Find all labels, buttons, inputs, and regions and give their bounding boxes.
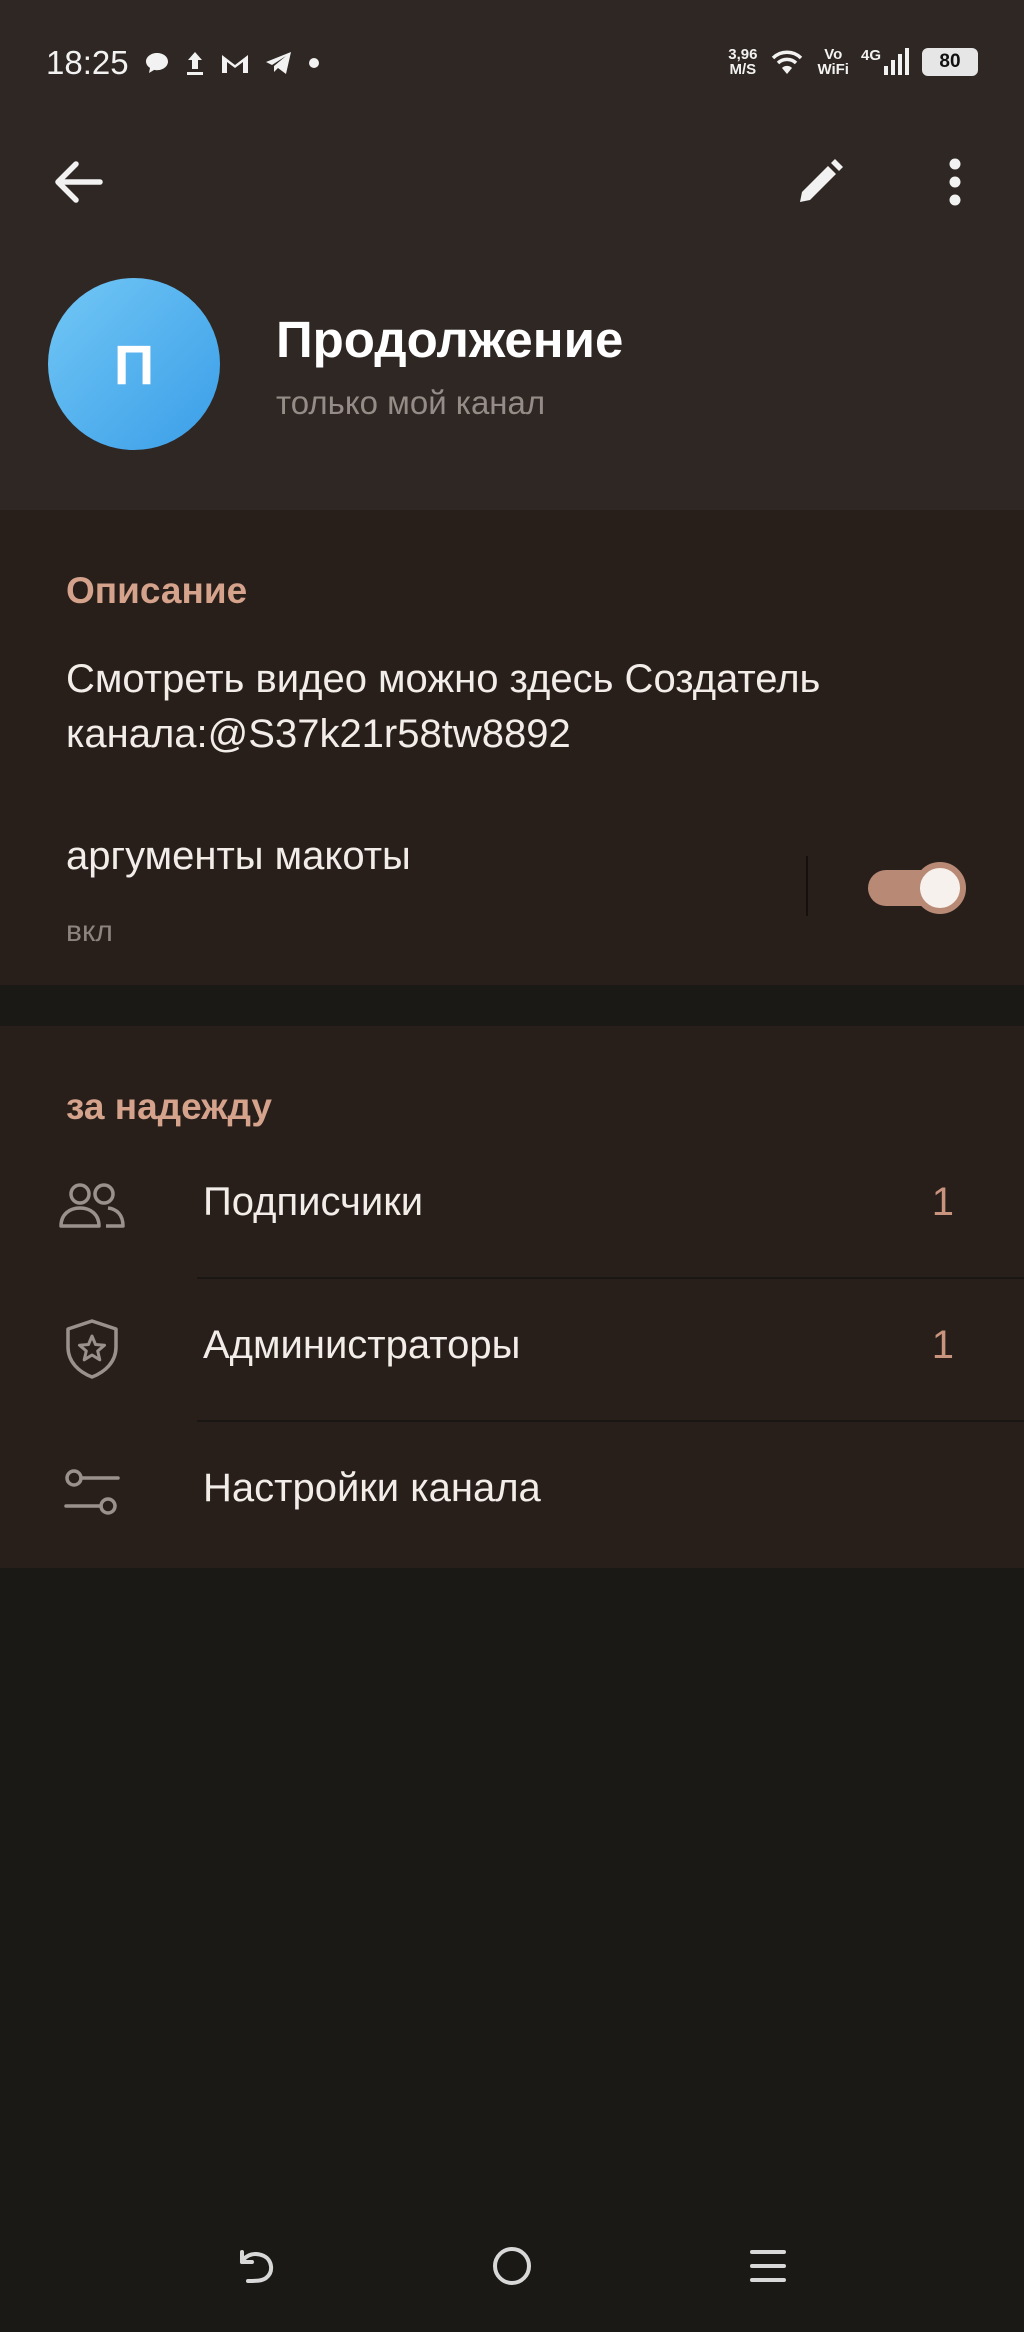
administrators-label: Администраторы <box>203 1323 521 1367</box>
arrow-back-icon <box>55 161 103 203</box>
nav-back-icon <box>240 2250 273 2283</box>
switch-knob <box>914 862 966 914</box>
cell-signal: 4G <box>861 48 910 76</box>
back-button[interactable] <box>38 142 118 222</box>
list-item-administrators[interactable]: Администраторы 1 <box>0 1279 1024 1422</box>
chat-bubble-icon <box>146 53 168 73</box>
more-vertical-icon <box>949 158 961 206</box>
channel-subtitle: только мой канал <box>276 384 546 421</box>
toggle-row-label[interactable]: аргументы макоты <box>66 834 411 879</box>
nav-back-button[interactable] <box>216 2226 296 2306</box>
signal-bars-icon <box>884 48 909 75</box>
description-section-title: Описание <box>66 570 248 611</box>
shield-star-icon <box>56 1319 128 1379</box>
sliders-icon <box>56 1462 128 1522</box>
dot-icon <box>309 58 319 68</box>
status-time: 18:25 <box>46 44 129 81</box>
upload-icon <box>187 52 203 75</box>
nav-recents-button[interactable] <box>728 2226 808 2306</box>
nav-recents-icon <box>750 2250 786 2282</box>
network-type: 4G <box>860 47 881 64</box>
more-options-button[interactable] <box>915 142 995 222</box>
channel-title: Продолжение <box>276 311 624 368</box>
description-text[interactable]: Смотреть видео можно здесь Создатель кан… <box>66 652 986 762</box>
gmail-icon <box>222 55 248 73</box>
toggle-row-state: вкл <box>66 915 113 948</box>
wifi-icon <box>772 50 803 74</box>
channel-header: 18:25 3,96 M/S Vo WiFi 4G 80 П Продолжен… <box>0 0 1024 510</box>
subscribers-label: Подписчики <box>203 1180 424 1224</box>
nav-home-button[interactable] <box>472 2226 552 2306</box>
vowifi-label: Vo WiFi <box>817 46 849 78</box>
network-speed: 3,96 M/S <box>728 46 758 78</box>
pencil-icon <box>800 159 843 202</box>
hope-section-title: за надежду <box>66 1086 273 1127</box>
list-item-channel-settings[interactable]: Настройки канала <box>0 1422 1024 1565</box>
telegram-icon <box>266 52 291 74</box>
status-system-icons: 3,96 M/S Vo WiFi 4G 80 <box>728 40 978 84</box>
status-bar: 18:25 3,96 M/S Vo WiFi 4G 80 <box>0 0 1024 130</box>
status-notification-icons <box>144 46 320 80</box>
nav-home-icon <box>493 2247 531 2285</box>
channel-avatar[interactable]: П <box>48 278 220 450</box>
subscribers-count: 1 <box>931 1180 954 1224</box>
toggle-switch[interactable] <box>866 862 966 914</box>
people-icon <box>56 1176 128 1236</box>
edit-button[interactable] <box>780 142 860 222</box>
battery-indicator: 80 <box>922 48 978 76</box>
administrators-count: 1 <box>931 1323 954 1367</box>
channel-settings-label: Настройки канала <box>203 1466 541 1510</box>
system-nav-bar <box>0 2200 1024 2332</box>
list-item-subscribers[interactable]: Подписчики 1 <box>0 1136 1024 1279</box>
toggle-divider <box>806 856 808 916</box>
